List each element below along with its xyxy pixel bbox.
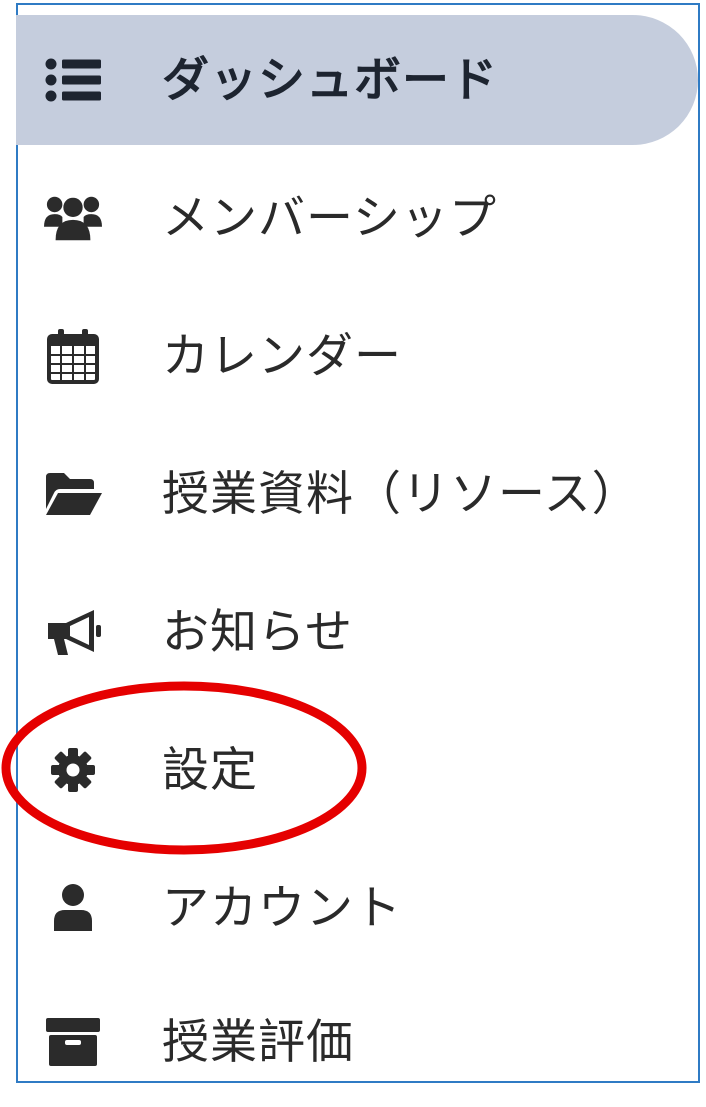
megaphone-icon [44, 603, 102, 661]
sidebar-item-resources[interactable]: 授業資料（リソース） [16, 429, 698, 559]
sidebar-item-label: 設定 [162, 742, 258, 798]
sidebar-item-membership[interactable]: メンバーシップ [16, 153, 698, 283]
sidebar-item-label: カレンダー [162, 328, 402, 384]
archive-icon [44, 1013, 102, 1071]
sidebar-item-account[interactable]: アカウント [16, 843, 698, 973]
gear-icon [44, 741, 102, 799]
sidebar-item-label: アカウント [162, 880, 402, 936]
folder-open-icon [44, 465, 102, 523]
sidebar-item-dashboard[interactable]: ダッシュボード [16, 15, 698, 145]
users-icon [44, 189, 102, 247]
sidebar-item-label: ダッシュボード [162, 52, 498, 108]
sidebar-item-announcements[interactable]: お知らせ [16, 567, 698, 697]
list-icon [44, 51, 102, 109]
sidebar-item-label: 授業評価 [162, 1014, 354, 1070]
calendar-icon [44, 327, 102, 385]
sidebar-item-label: 授業資料（リソース） [162, 466, 640, 522]
sidebar-item-course-evaluation[interactable]: 授業評価 [16, 977, 698, 1107]
sidebar-item-calendar[interactable]: カレンダー [16, 291, 698, 421]
sidebar-item-settings[interactable]: 設定 [16, 705, 698, 835]
user-icon [44, 879, 102, 937]
sidebar-item-label: お知らせ [162, 604, 354, 660]
sidebar-item-label: メンバーシップ [162, 190, 498, 246]
